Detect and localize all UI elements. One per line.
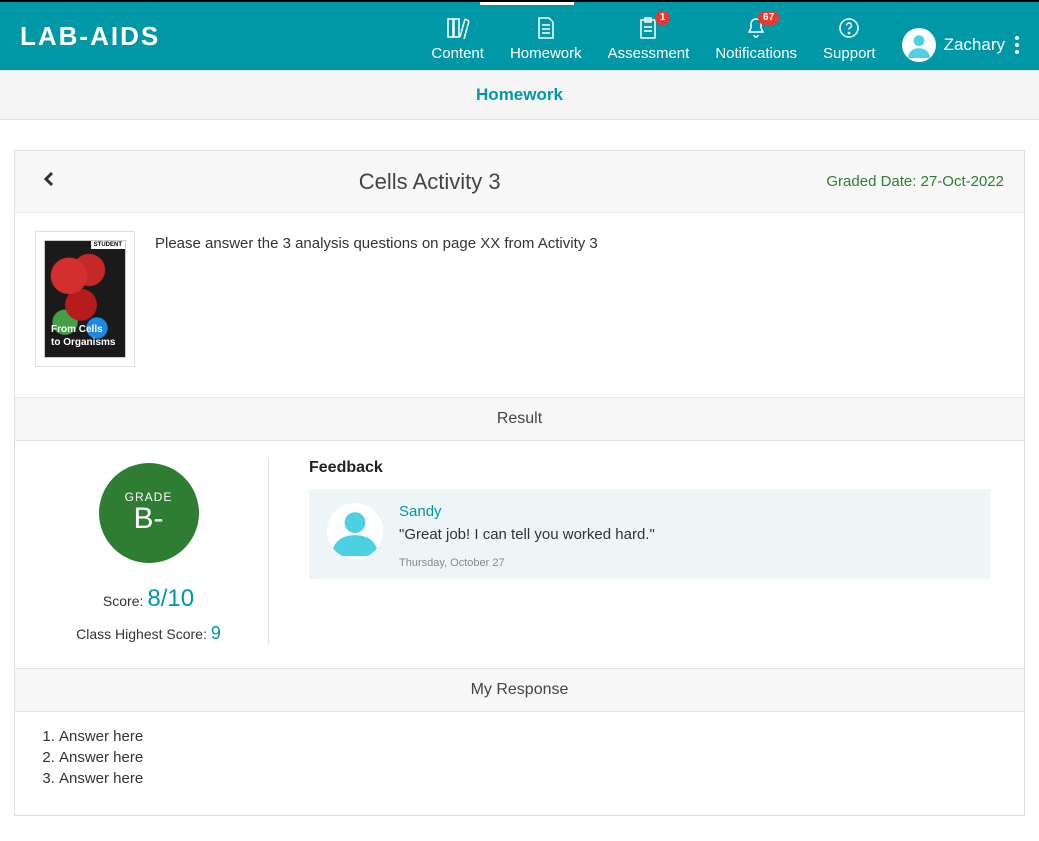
clipboard-icon: 1 (638, 15, 658, 41)
brand-logo[interactable]: LAB-AIDS (20, 21, 160, 52)
card-header: Cells Activity 3 Graded Date: 27-Oct-202… (15, 151, 1024, 213)
brand-text: LAB-AIDS (20, 21, 160, 51)
score-line: Score: 8/10 (103, 585, 194, 613)
graded-date-label: Graded Date: (826, 173, 920, 190)
user-menu[interactable]: Zachary (902, 28, 1019, 62)
nav-assessment[interactable]: 1 Assessment (608, 11, 690, 62)
response-section-header: My Response (15, 668, 1024, 712)
graded-date: Graded Date: 27-Oct-2022 (826, 173, 1004, 190)
feedback-message: "Great job! I can tell you worked hard." (399, 526, 655, 543)
user-avatar-icon (902, 28, 936, 62)
instruction-row: STUDENT From Cells to Organisms Please a… (15, 213, 1024, 397)
kebab-icon (1015, 36, 1019, 54)
class-high-value: 9 (211, 623, 221, 644)
nav-support[interactable]: Support (823, 11, 876, 62)
response-list: Answer here Answer here Answer here (15, 712, 1024, 815)
class-high-line: Class Highest Score: 9 (76, 623, 221, 644)
nav-homework[interactable]: Homework (510, 11, 582, 62)
feedback-box: Sandy "Great job! I can tell you worked … (309, 489, 990, 579)
book-thumbnail[interactable]: STUDENT From Cells to Organisms (35, 231, 135, 367)
grade-column: GRADE B- Score: 8/10 Class Highest Score… (29, 459, 269, 644)
feedback-author: Sandy (399, 503, 655, 520)
grade-letter: B- (134, 502, 164, 536)
response-item: Answer here (59, 747, 998, 768)
nav-notifications[interactable]: 67 Notifications (715, 11, 797, 62)
result-section-header: Result (15, 397, 1024, 441)
nav-content[interactable]: Content (431, 11, 484, 62)
document-icon (536, 15, 556, 41)
help-icon (838, 15, 860, 41)
top-nav: LAB-AIDS Content Homework (0, 0, 1039, 70)
graded-date-value: 27-Oct-2022 (921, 173, 1004, 190)
feedback-date: Thursday, October 27 (399, 557, 655, 569)
book-title: From Cells to Organisms (51, 323, 115, 349)
bell-icon: 67 (745, 15, 767, 41)
score-value: 8/10 (147, 585, 194, 613)
nav-notifications-label: Notifications (715, 45, 797, 62)
score-label: Score: (103, 593, 143, 609)
nav-content-label: Content (431, 45, 484, 62)
response-item: Answer here (59, 726, 998, 747)
activity-card: Cells Activity 3 Graded Date: 27-Oct-202… (14, 150, 1025, 816)
book-tag: STUDENT (91, 241, 125, 249)
active-tab-indicator (480, 2, 574, 5)
feedback-avatar-icon (327, 503, 383, 559)
class-high-label: Class Highest Score: (76, 626, 207, 642)
activity-title: Cells Activity 3 (33, 169, 826, 195)
nav-group: Content Homework 1 Assessment (431, 11, 1019, 62)
user-name: Zachary (944, 35, 1005, 55)
nav-support-label: Support (823, 45, 876, 62)
assessment-badge: 1 (655, 11, 671, 25)
feedback-heading: Feedback (309, 459, 990, 477)
books-icon (446, 15, 470, 41)
grade-circle: GRADE B- (99, 463, 199, 563)
feedback-column: Feedback Sandy "Great job! I can tell yo… (269, 459, 1010, 644)
page-subheader: Homework (0, 70, 1039, 120)
notifications-badge: 67 (758, 11, 779, 25)
result-row: GRADE B- Score: 8/10 Class Highest Score… (15, 441, 1024, 668)
nav-homework-label: Homework (510, 45, 582, 62)
nav-assessment-label: Assessment (608, 45, 690, 62)
instruction-text: Please answer the 3 analysis questions o… (155, 231, 598, 252)
response-item: Answer here (59, 768, 998, 789)
